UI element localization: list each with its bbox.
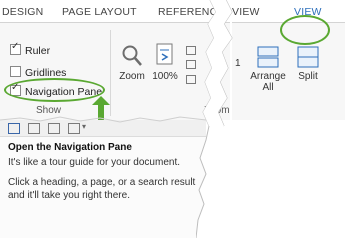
tooltip-title: Open the Navigation Pane (8, 142, 132, 153)
tab-page-layout[interactable]: PAGE LAYOUT (62, 6, 137, 18)
zoom-label: Zoom (119, 71, 145, 82)
magnifier-icon (122, 45, 142, 66)
document-pane: ▾ Open the Navigation Pane It's like a t… (0, 120, 206, 238)
tooltip-line-2: Click a heading, a page, or a search res… (8, 177, 196, 201)
zoom-button[interactable]: Zoom (116, 44, 148, 82)
arrange-all-icon (257, 46, 279, 68)
ribbon-right-section: VIEW VIEW 1 Arrange All Split (232, 0, 345, 120)
split-label: Split (298, 71, 318, 82)
arrange-all-button[interactable]: Arrange All (250, 46, 286, 93)
ruler-label: Ruler (25, 45, 51, 57)
page-100-icon (156, 43, 173, 65)
gridlines-checkbox-box[interactable] (10, 66, 21, 77)
ruler-checkbox[interactable]: Ruler (10, 41, 51, 57)
screenshot-composite: DESIGN PAGE LAYOUT REFERENCES Ruler Grid… (0, 0, 345, 238)
page-width-icon[interactable] (186, 75, 196, 84)
zoom-100-label: 100% (152, 71, 178, 82)
ruler-checkbox-box[interactable] (10, 41, 21, 55)
arrange-label-1: Arrange (250, 71, 286, 82)
highlight-oval-view-tab (280, 15, 330, 45)
navigation-pane-tooltip: Open the Navigation Pane It's like a tou… (8, 142, 198, 210)
one-page-icon[interactable] (186, 46, 196, 55)
tooltip-line-1: It's like a tour guide for your document… (8, 156, 180, 168)
zoom-100-button[interactable]: 100% (150, 42, 180, 82)
torn-edge-horizontal (0, 116, 206, 123)
tab-design[interactable]: DESIGN (2, 6, 43, 18)
multiple-pages-icon[interactable] (186, 60, 196, 69)
split-icon (297, 46, 319, 68)
split-button[interactable]: Split (292, 46, 324, 82)
arrange-label-2: All (262, 82, 274, 93)
